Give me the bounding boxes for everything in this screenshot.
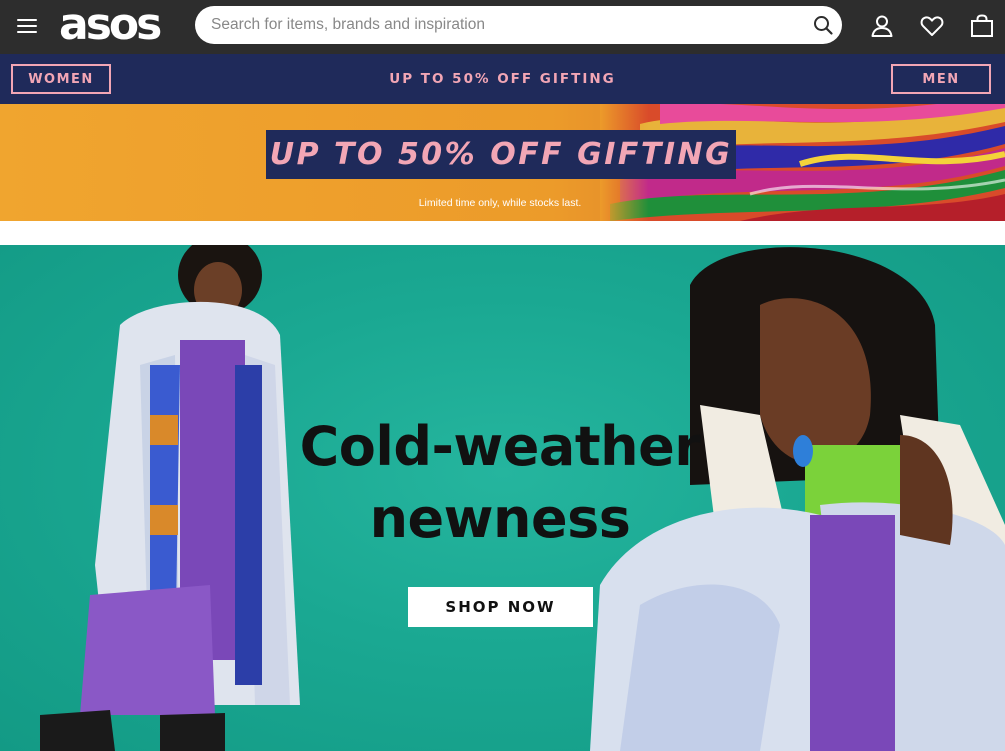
search-input[interactable]: [211, 6, 801, 44]
hero-title-line2: newness: [369, 487, 631, 550]
heart-icon[interactable]: [919, 13, 945, 39]
asos-logo[interactable]: asos: [59, 2, 162, 52]
account-icon[interactable]: [869, 13, 895, 39]
site-header: asos: [0, 0, 1005, 54]
gender-bar: WOMEN UP TO 50% OFF GIFTING MEN: [0, 54, 1005, 104]
hero-banner[interactable]: Cold-weather newness SHOP NOW: [0, 245, 1005, 751]
search-icon[interactable]: [812, 14, 834, 36]
bag-icon[interactable]: [969, 13, 995, 39]
gifting-promo-link[interactable]: UP TO 50% OFF GIFTING: [0, 71, 1005, 87]
menu-icon[interactable]: [17, 17, 39, 35]
promo-subtitle: Limited time only, while stocks last.: [418, 197, 582, 209]
hero-title: Cold-weather newness: [200, 411, 800, 555]
promo-title: UP TO 50% OFF GIFTING: [266, 130, 736, 179]
gifting-promo-banner[interactable]: UP TO 50% OFF GIFTING Limited time only,…: [0, 104, 1005, 221]
shop-now-button[interactable]: SHOP NOW: [408, 587, 593, 627]
search-bar: [195, 6, 842, 44]
men-button[interactable]: MEN: [891, 64, 991, 94]
hero-title-line1: Cold-weather: [299, 415, 701, 478]
